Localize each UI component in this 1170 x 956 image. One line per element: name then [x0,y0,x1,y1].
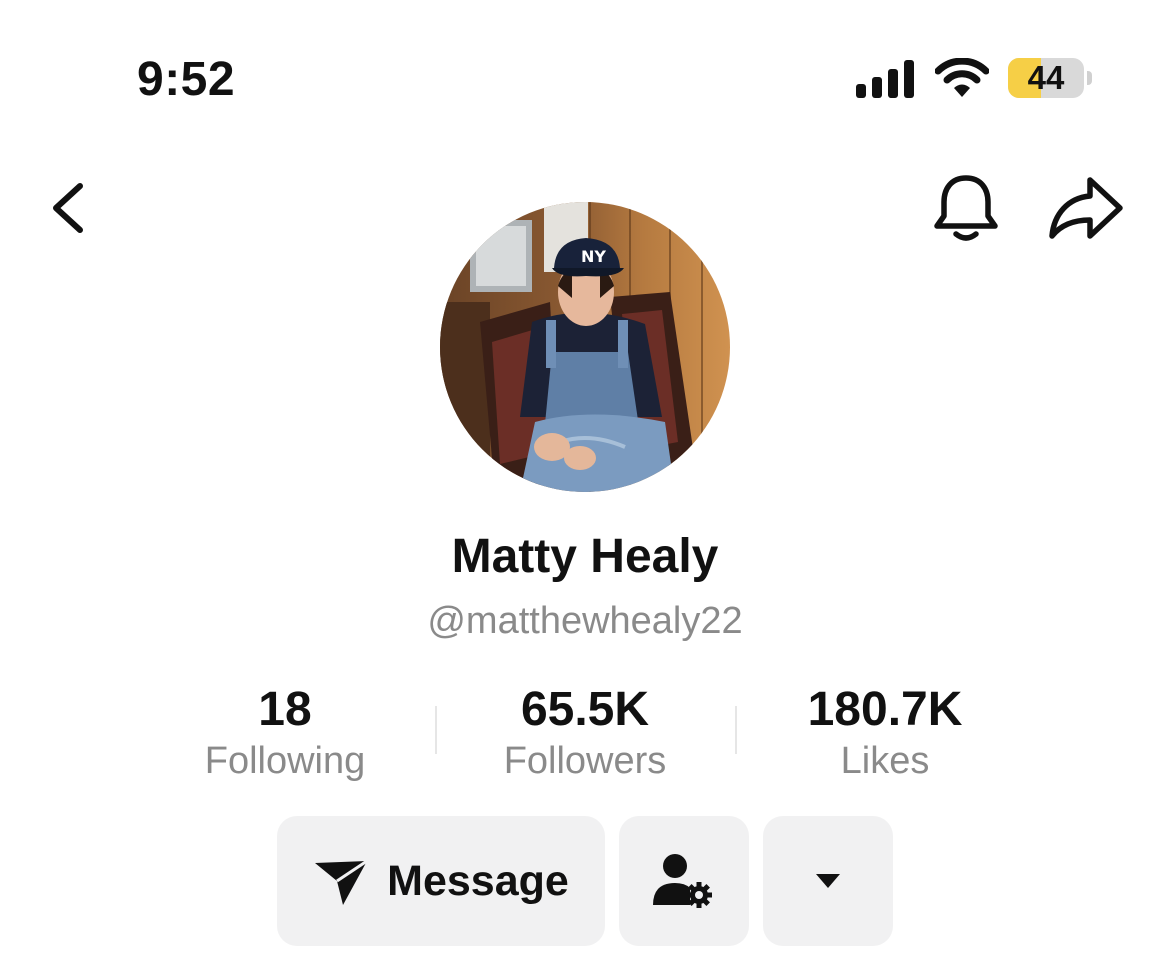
friend-settings-button[interactable] [619,816,749,946]
profile-handle: @matthewhealy22 [427,600,743,642]
battery-indicator: 44 [1008,58,1094,98]
bell-icon[interactable] [928,172,1004,244]
stat-value: 65.5K [520,683,650,736]
stat-value: 18 [258,683,312,736]
battery-level: 44 [1027,59,1065,96]
stat-label: Likes [840,740,930,782]
stat-likes: 180.7K Likes [735,682,1035,784]
stat-followers[interactable]: 65.5K Followers [435,682,735,784]
battery-body: 44 [1008,58,1084,98]
avatar[interactable]: NY [440,202,730,492]
wifi-icon [935,58,989,97]
profile-name: Matty Healy [451,530,719,583]
battery-cap [1087,71,1092,85]
svg-text:NY: NY [581,247,606,266]
chevron-left-icon[interactable] [40,176,100,240]
profile-photo: NY [440,202,730,492]
stat-label: Followers [503,740,667,782]
message-button[interactable]: Message [277,816,605,946]
cellular-signal-icon [856,60,914,98]
profile-screen: 9:52 44 NY Matty Healy @matthewhealy22 1… [0,0,1170,956]
stat-following[interactable]: 18 Following [135,682,435,784]
caret-down-icon [816,874,840,888]
send-arrow-icon [315,859,368,905]
stat-label: Following [204,740,366,782]
person-gear-icon [653,854,712,908]
message-button-label: Message [387,857,569,905]
status-time: 9:52 [137,53,236,106]
share-arrow-icon[interactable] [1044,174,1126,242]
stat-value: 180.7K [807,683,963,736]
more-options-button[interactable] [763,816,893,946]
